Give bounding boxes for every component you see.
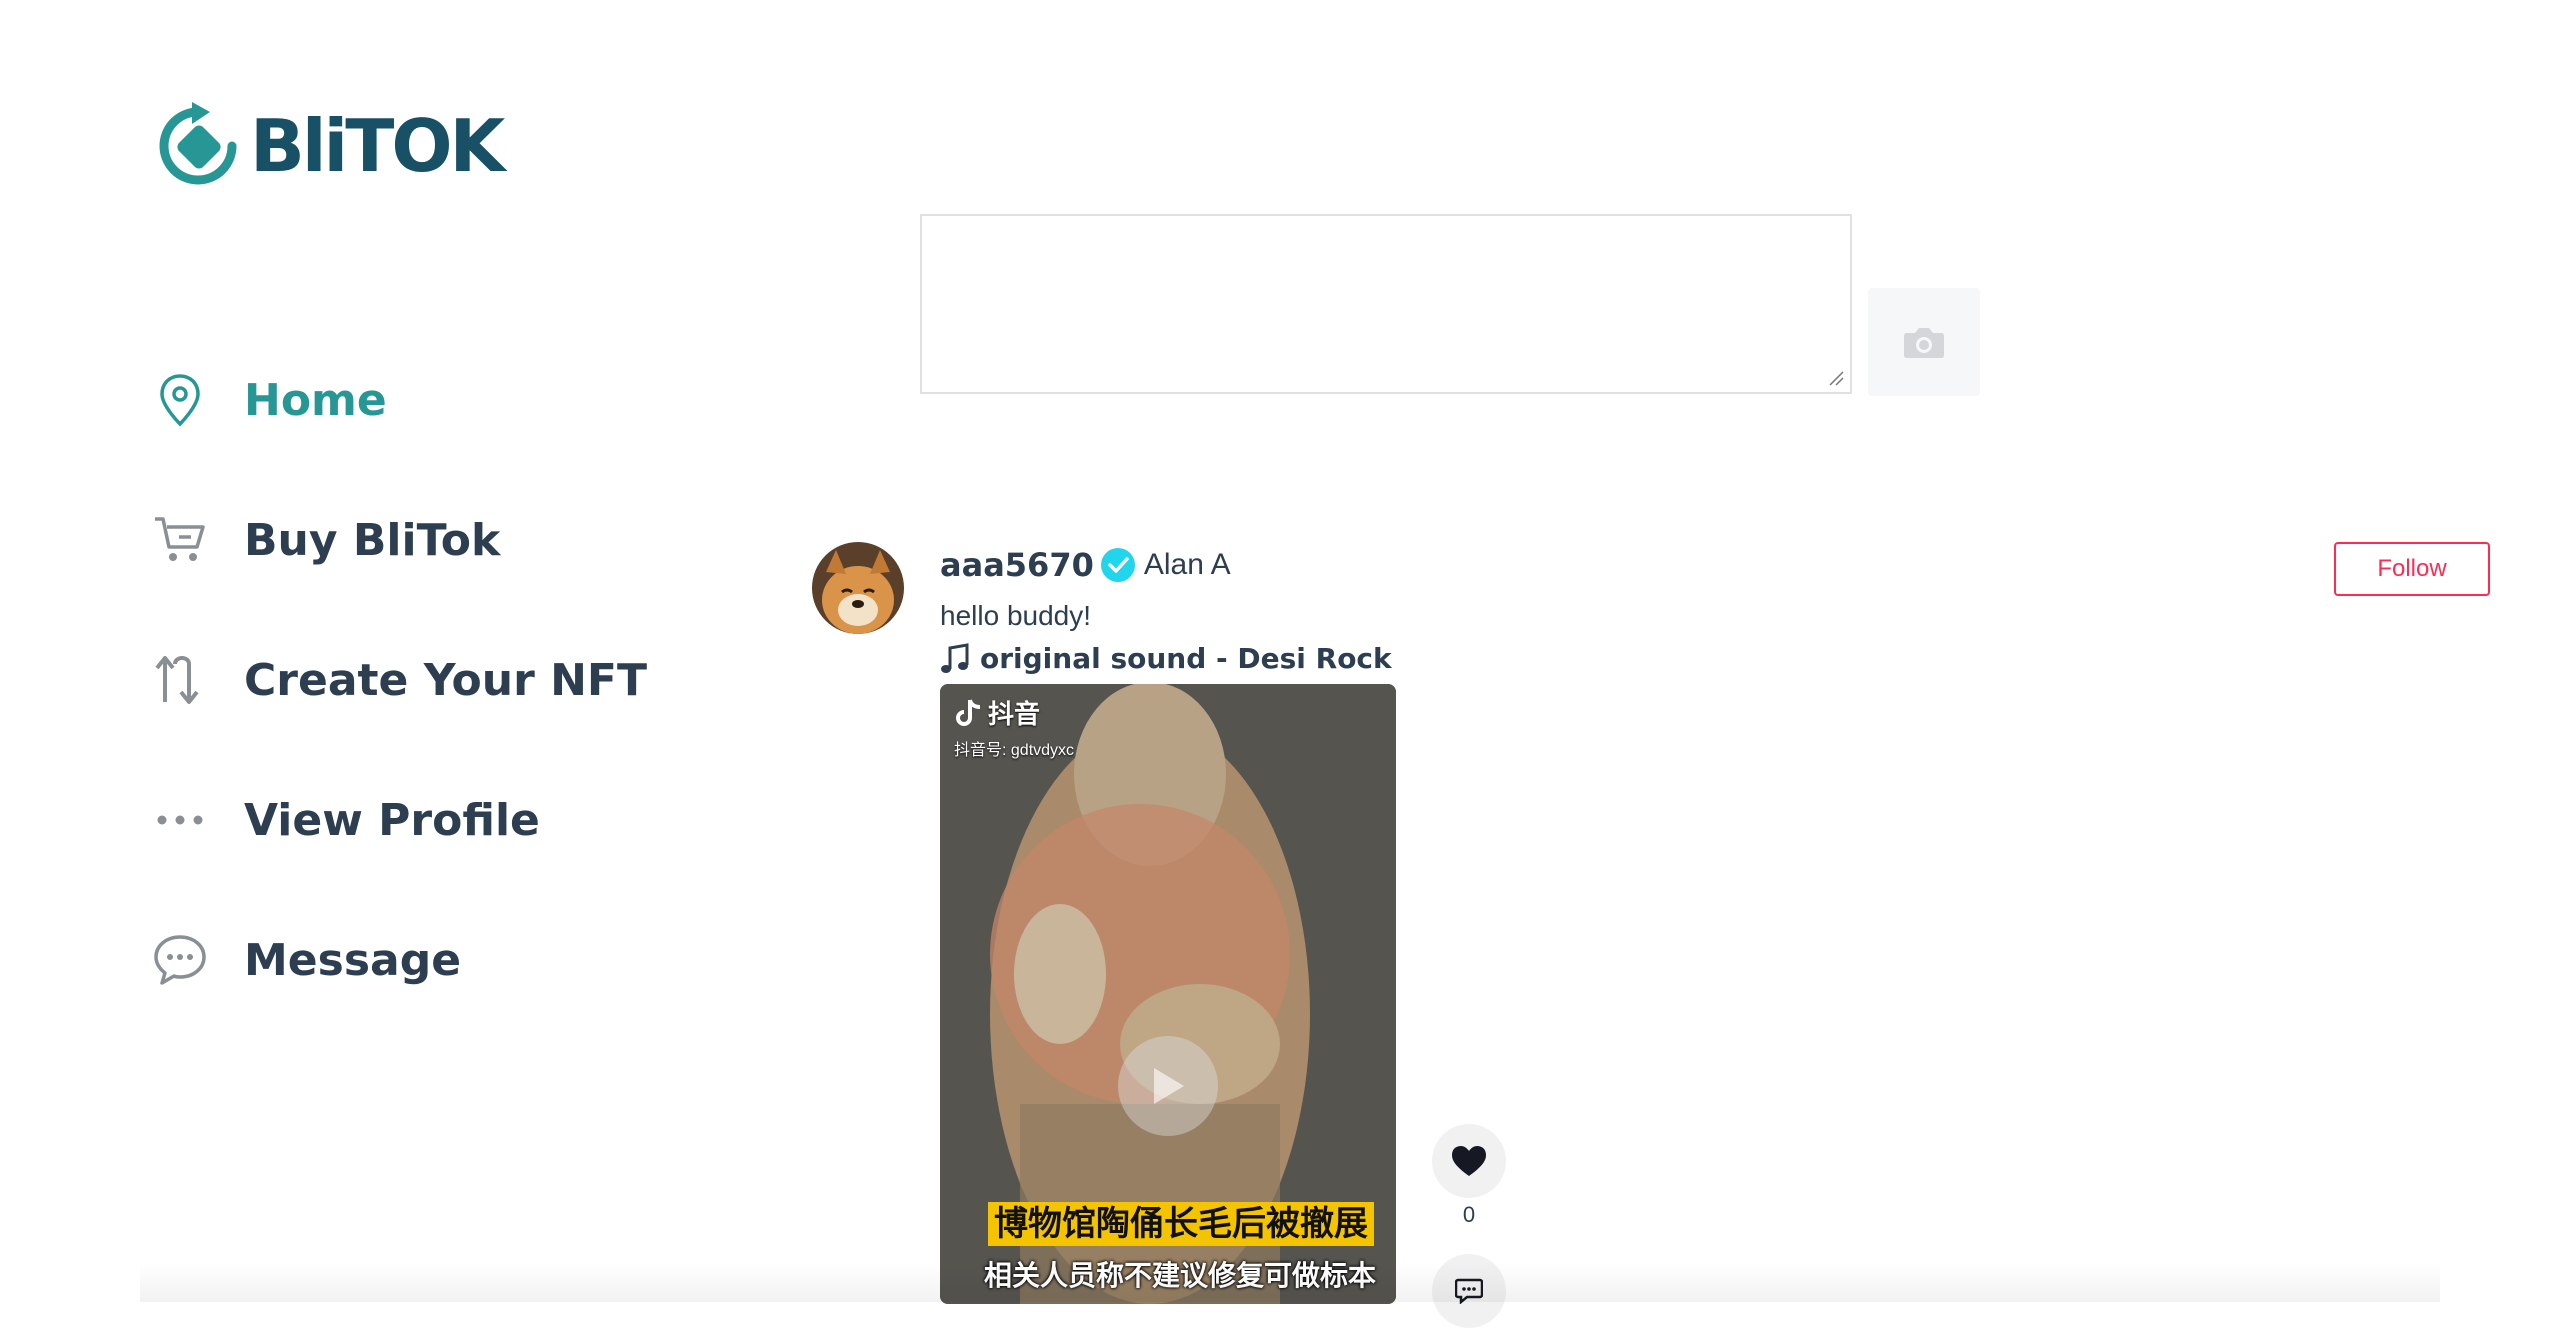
- swap-arrows-icon: [152, 652, 208, 708]
- cart-icon: [152, 512, 208, 568]
- post-full-name: Alan A: [1143, 548, 1231, 581]
- play-icon: [1154, 1068, 1184, 1104]
- heart-icon: [1452, 1146, 1486, 1176]
- post-video[interactable]: 抖音 抖音号: gdtvdyxc 博物馆陶俑长毛后被撤展 相关人员称不建议修复可…: [940, 684, 1396, 1304]
- verified-badge-icon: [1100, 548, 1135, 582]
- post-sound[interactable]: original sound - Desi Rock: [940, 642, 1392, 675]
- post-sound-label: original sound - Desi Rock: [980, 642, 1392, 675]
- post-header: aaa5670 Alan A: [940, 546, 1231, 584]
- nav-item-create-nft[interactable]: Create Your NFT: [152, 610, 647, 750]
- like-button[interactable]: [1432, 1124, 1506, 1198]
- more-dots-icon: [152, 792, 208, 848]
- brand-logo[interactable]: BliTOK: [152, 100, 505, 192]
- nav-item-buy-blitok[interactable]: Buy BliTok: [152, 470, 647, 610]
- chat-bubble-icon: [152, 932, 208, 988]
- post-composer-textarea[interactable]: [920, 214, 1852, 394]
- post-caption: hello buddy!: [940, 600, 1092, 631]
- nav-item-label: Buy BliTok: [244, 514, 501, 566]
- upload-photo-button[interactable]: [1868, 288, 1980, 396]
- like-count: 0: [1462, 1202, 1476, 1227]
- nav-item-label: Create Your NFT: [244, 654, 648, 706]
- nav-item-view-profile[interactable]: View Profile: [152, 750, 647, 890]
- nav-item-label: Message: [244, 934, 462, 986]
- douyin-brand-text: 抖音: [988, 699, 1041, 729]
- map-pin-icon: [152, 372, 208, 428]
- sidebar-nav: Home Buy BliTok Create Your NFT View Pro…: [152, 330, 647, 1030]
- video-subtitle-line1: 博物馆陶俑长毛后被撤展: [988, 1202, 1374, 1246]
- play-button[interactable]: [1118, 1036, 1218, 1136]
- logo-text: BliTOK: [250, 104, 505, 188]
- avatar[interactable]: [812, 542, 904, 634]
- tiktok-logo-icon: [956, 698, 981, 726]
- post-username[interactable]: aaa5670: [940, 546, 1094, 584]
- nav-item-message[interactable]: Message: [152, 890, 647, 1030]
- music-note-icon: [941, 642, 969, 673]
- nav-item-home[interactable]: Home: [152, 330, 647, 470]
- resize-grip-icon[interactable]: [1828, 370, 1844, 386]
- footer-shadow: [140, 1262, 2440, 1302]
- logo-icon: [159, 102, 237, 185]
- douyin-watermark: 抖音: [956, 694, 1040, 731]
- camera-icon: [1904, 328, 1944, 358]
- nav-item-label: View Profile: [244, 794, 540, 846]
- follow-button[interactable]: Follow: [2334, 542, 2490, 596]
- douyin-id-text: 抖音号: gdtvdyxc: [954, 742, 1075, 759]
- nav-item-label: Home: [244, 374, 387, 426]
